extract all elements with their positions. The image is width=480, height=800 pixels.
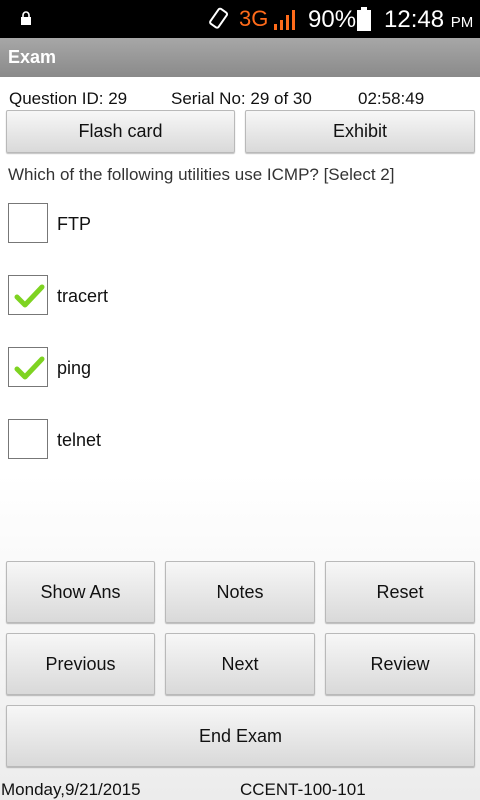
- rotate-icon: [209, 7, 229, 29]
- end-exam-button[interactable]: End Exam: [6, 705, 475, 767]
- lock-icon: [21, 11, 31, 25]
- option-checkbox[interactable]: [8, 347, 48, 387]
- option-checkbox[interactable]: [8, 203, 48, 243]
- battery-icon: [357, 7, 371, 31]
- exam-timer: 02:58:49: [358, 89, 425, 108]
- checkmark-icon: [14, 356, 45, 380]
- option-label: FTP: [57, 214, 91, 234]
- option-checkbox[interactable]: [8, 275, 48, 315]
- option-label: telnet: [57, 430, 102, 450]
- reset-button[interactable]: Reset: [325, 561, 475, 623]
- battery-percent: 90%: [308, 6, 357, 33]
- status-bar: 3G 90% 12:48 PM: [0, 0, 480, 38]
- review-button[interactable]: Review: [325, 633, 475, 695]
- next-button[interactable]: Next: [165, 633, 315, 695]
- option-label: ping: [57, 358, 92, 378]
- exam-code: CCENT-100-101: [240, 780, 366, 799]
- exam-content: Question ID: 29 Serial No: 29 of 30 02:5…: [0, 77, 480, 800]
- serial-number: Serial No: 29 of 30: [171, 89, 312, 108]
- clock: 12:48 PM: [384, 6, 474, 33]
- flash-card-button[interactable]: Flash card: [6, 110, 235, 153]
- signal-icon: [274, 10, 295, 30]
- exhibit-button[interactable]: Exhibit: [245, 110, 475, 153]
- checkmark-icon: [14, 284, 45, 308]
- question-text: Which of the following utilities use ICM…: [8, 165, 395, 184]
- option-checkbox[interactable]: [8, 419, 48, 459]
- question-id: Question ID: 29: [9, 89, 128, 108]
- footer-date: Monday,9/21/2015: [1, 780, 141, 799]
- option-label: tracert: [57, 286, 109, 306]
- app-title: Exam: [0, 38, 480, 77]
- previous-button[interactable]: Previous: [6, 633, 155, 695]
- show-answer-button[interactable]: Show Ans: [6, 561, 155, 623]
- notes-button[interactable]: Notes: [165, 561, 315, 623]
- network-type: 3G: [239, 6, 269, 31]
